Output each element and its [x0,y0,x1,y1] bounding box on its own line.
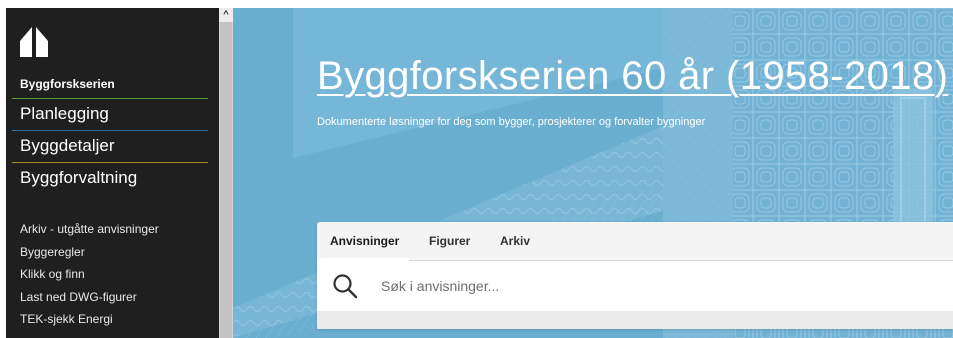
scroll-thumb[interactable] [220,22,232,338]
search-input[interactable] [381,275,921,297]
main-nav: Planlegging Byggdetaljer Byggforvaltning [12,98,208,194]
nav-link-byggeregler[interactable]: Byggeregler [20,241,159,264]
scroll-up-arrow-icon[interactable]: ^ [219,8,233,22]
sidebar: Byggforskserien Planlegging Byggdetaljer… [6,8,219,338]
search-tabs: Anvisninger Figurer Arkiv [317,222,953,261]
nav-item-byggdetaljer[interactable]: Byggdetaljer [12,130,208,162]
hero-banner: Byggforskserien 60 år (1958-2018) Dokume… [233,8,953,338]
search-row [317,261,953,311]
nav-link-arkiv-utgatte[interactable]: Arkiv - utgåtte anvisninger [20,218,159,241]
app-window: Byggforskserien Planlegging Byggdetaljer… [0,0,953,338]
search-panel-footer [317,311,953,329]
hero-title-link[interactable]: Byggforskserien 60 år (1958-2018) [317,54,948,99]
tab-anvisninger[interactable]: Anvisninger [330,234,399,248]
house-icon[interactable] [18,23,50,59]
sidebar-scrollbar[interactable]: ^ [219,8,233,338]
nav-item-byggforvaltning[interactable]: Byggforvaltning [12,162,208,194]
hero-subtitle: Dokumenterte løsninger for deg som bygge… [317,116,706,128]
tab-arkiv[interactable]: Arkiv [500,234,530,248]
brand-link[interactable]: Byggforskserien [20,77,115,91]
nav-item-planlegging[interactable]: Planlegging [12,98,208,130]
nav-link-last-ned-dwg[interactable]: Last ned DWG-figurer [20,286,159,309]
secondary-nav: Arkiv - utgåtte anvisninger Byggeregler … [20,218,159,331]
nav-link-tek-sjekk-energi[interactable]: TEK-sjekk Energi [20,308,159,331]
search-icon[interactable] [332,273,358,299]
search-panel: Anvisninger Figurer Arkiv [317,222,953,329]
nav-link-klikk-og-finn[interactable]: Klikk og finn [20,263,159,286]
tab-figurer[interactable]: Figurer [429,234,470,248]
